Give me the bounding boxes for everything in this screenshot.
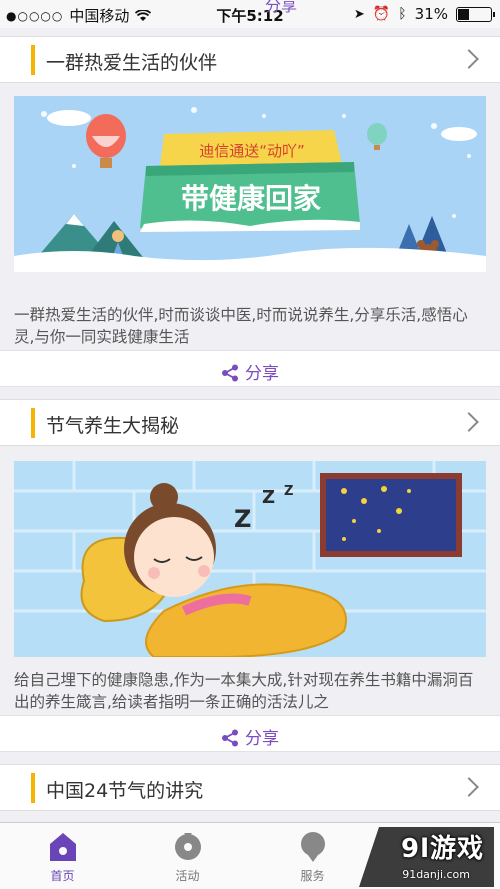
share-button-2[interactable]: 分享 [0,715,500,752]
article-banner-1[interactable]: 迪信通送“动吖” 带健康回家 [14,96,486,272]
alarm-icon: ⏰ [372,6,391,22]
article-header-3[interactable]: 中国24节气的讲究 [0,764,500,811]
battery-percent: 31% [414,5,448,23]
svg-text:迪信通送“动吖”: 迪信通送“动吖” [199,142,305,160]
sleeping-girl-image: Z Z Z [14,461,486,657]
chevron-right-icon [459,412,479,432]
article-header-1[interactable]: 一群热爱生活的伙伴 [0,36,500,83]
share-icon [222,729,238,747]
bluetooth-icon: ᛒ [398,6,407,22]
svg-text:Z: Z [234,505,251,533]
tab-bar: 首页 活动 服务 9l游戏 91danji.com [0,822,500,889]
tab-activity[interactable]: 活动 [125,823,250,889]
chevron-right-icon [459,49,479,69]
share-button-1[interactable]: 分享 [0,350,500,387]
article-description-1: 一群热爱生活的伙伴,时而谈谈中医,时而说说养生,分享乐活,感悟心灵,与你一同实践… [14,306,468,346]
svg-text:Z: Z [284,484,293,499]
article-title: 一群热爱生活的伙伴 [46,52,218,74]
status-bar: ●○○○○ 中国移动 下午5:12 ➤ ⏰ ᛒ 31% [0,0,500,28]
service-icon [300,832,325,862]
peek-share-label[interactable]: 分享 [265,0,297,16]
activity-icon [174,833,201,860]
share-icon [222,364,238,382]
svg-text:带健康回家: 带健康回家 [181,182,321,215]
location-icon: ➤ [353,6,365,22]
article-banner-2[interactable]: Z Z Z [14,461,486,657]
accent-bar [31,45,35,75]
accent-bar [31,773,35,803]
article-description-2: 给自己埋下的健康隐患,作为一本集大成,针对现在养生书籍中漏洞百出的养生箴言,给读… [14,671,474,711]
accent-bar [31,408,35,438]
svg-text:Z: Z [262,487,275,508]
tab-service[interactable]: 服务 [250,823,375,889]
article-header-2[interactable]: 节气养生大揭秘 [0,399,500,446]
chevron-right-icon [459,777,479,797]
watermark-logo: 9l游戏 91danji.com [359,827,494,887]
home-icon [49,833,76,861]
article-title: 中国24节气的讲究 [46,780,204,802]
article-title: 节气养生大揭秘 [46,415,180,437]
tab-home[interactable]: 首页 [0,823,125,889]
health-banner-image: 迪信通送“动吖” 带健康回家 [14,96,486,272]
battery-icon [456,6,495,22]
